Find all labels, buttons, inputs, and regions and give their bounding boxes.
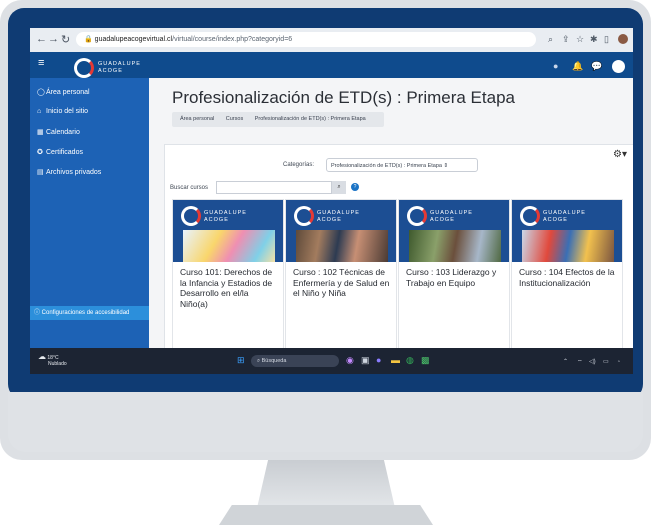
reload-icon[interactable]: ↻ <box>61 33 70 46</box>
taskbar-search-placeholder: Búsqueda <box>261 358 287 364</box>
address-bar[interactable]: 🔒 guadalupeacogevirtual.cl/virtual/cours… <box>76 32 536 47</box>
course-title[interactable]: Curso : 103 Liderazgo y Trabajo en Equip… <box>406 267 504 288</box>
cloud-icon: ☁ <box>38 352 46 361</box>
course-card[interactable]: GUADALUPE ACOGE Curso : 102 Técnicas de E… <box>285 199 397 350</box>
screen: ← → ↻ 🔒 guadalupeacogevirtual.cl/virtual… <box>30 28 633 374</box>
tray-chevron-icon[interactable]: ⌃ <box>563 358 568 365</box>
bookmark-star-icon[interactable]: ☆ <box>576 34 584 45</box>
clock-icon[interactable]: ◔ <box>617 359 620 365</box>
logo-icon[interactable] <box>74 58 94 78</box>
volume-icon[interactable]: ◁) <box>589 358 596 365</box>
sidebar-item-calendario[interactable]: ▦ Calendario <box>37 128 80 136</box>
course-title[interactable]: Curso : 102 Técnicas de Enfermería y de … <box>293 267 391 299</box>
notification-bell-icon[interactable]: 🔔 <box>572 61 583 72</box>
copilot-icon[interactable]: ◉ <box>346 355 354 366</box>
accessibility-settings-button[interactable]: ⓘ Configuraciones de accesibilidad <box>30 306 149 320</box>
course-illustration <box>183 230 275 262</box>
course-title[interactable]: Curso 101: Derechos de la Infancia y Est… <box>180 267 278 309</box>
url-path: /virtual/course/index.php?categoryid=6 <box>172 36 293 43</box>
user-circle-icon: ◯ <box>37 89 45 96</box>
wifi-icon[interactable]: ⌔ <box>577 358 583 366</box>
lock-icon: 🔒 <box>84 36 93 43</box>
back-icon[interactable]: ← <box>36 33 47 45</box>
user-avatar[interactable] <box>612 60 625 73</box>
course-photo <box>522 230 614 262</box>
breadcrumb-item[interactable]: Cursos <box>226 116 243 122</box>
certificate-icon: ✪ <box>37 149 43 156</box>
gear-icon[interactable]: ⚙▾ <box>613 149 627 160</box>
site-logo-text[interactable]: GUADALUPE ACOGE <box>98 61 141 75</box>
search-icon[interactable]: ● <box>553 61 558 71</box>
messages-icon[interactable]: 💬 <box>591 61 602 72</box>
course-image: GUADALUPE ACOGE <box>286 200 396 262</box>
monitor-stand-neck <box>257 460 395 508</box>
search-courses-input[interactable] <box>216 181 332 194</box>
help-icon[interactable]: ? <box>351 183 359 191</box>
sidepanel-icon[interactable]: ▯ <box>604 34 609 45</box>
file-explorer-icon[interactable]: ▬ <box>391 355 400 365</box>
course-image: GUADALUPE ACOGE <box>173 200 283 262</box>
logo-line-2: ACOGE <box>98 68 123 74</box>
search-courses-button[interactable]: ⌕ <box>332 181 346 194</box>
sidebar-item-area-personal[interactable]: ◯Área personal <box>37 88 90 96</box>
info-icon: ⓘ <box>34 310 42 316</box>
share-icon[interactable]: ⇪ <box>562 34 570 45</box>
category-select-value: Profesionalización de ETD(s) : Primera E… <box>331 163 442 169</box>
sidebar-item-label: Certificados <box>46 149 83 156</box>
accessibility-label: Configuraciones de accesibilidad <box>41 310 130 316</box>
course-brand: GUADALUPE ACOGE <box>543 210 586 223</box>
course-card[interactable]: GUADALUPE ACOGE Curso : 104 Efectos de la… <box>511 199 623 350</box>
course-photo <box>409 230 501 262</box>
home-icon: ⌂ <box>37 108 42 115</box>
course-photo <box>296 230 388 262</box>
category-select[interactable]: Profesionalización de ETD(s) : Primera E… <box>326 158 478 172</box>
logo-line-1: GUADALUPE <box>98 61 141 67</box>
extensions-icon[interactable]: ✱ <box>590 34 598 45</box>
weather-widget[interactable]: ☁ 18°C Nublado <box>38 352 67 368</box>
course-title[interactable]: Curso : 104 Efectos de la Institucionali… <box>519 267 617 288</box>
course-image: GUADALUPE ACOGE <box>512 200 622 262</box>
sidebar-item-archivos[interactable]: ▤ Archivos privados <box>37 168 101 176</box>
sidebar-item-label: Inicio del sitio <box>46 108 89 115</box>
course-brand: GUADALUPE ACOGE <box>204 210 247 223</box>
course-image: GUADALUPE ACOGE <box>399 200 509 262</box>
weather-desc: Nublado <box>48 361 67 367</box>
sidebar-item-certificados[interactable]: ✪ Certificados <box>37 148 83 156</box>
search-courses-label: Buscar cursos <box>170 185 209 191</box>
sidebar-item-label: Área personal <box>46 89 90 96</box>
logo-icon <box>294 206 314 226</box>
course-card[interactable]: GUADALUPE ACOGE Curso : 103 Liderazgo y T… <box>398 199 510 350</box>
logo-icon <box>181 206 201 226</box>
course-card[interactable]: GUADALUPE ACOGE Curso 101: Derechos de la… <box>172 199 284 350</box>
folder-icon: ▤ <box>37 169 44 176</box>
course-brand: GUADALUPE ACOGE <box>430 210 473 223</box>
sidebar-item-label: Calendario <box>46 129 80 136</box>
menu-hamburger-icon[interactable]: ≡ <box>38 57 44 69</box>
taskbar-search[interactable]: ⌕ Búsqueda <box>251 355 339 367</box>
logo-icon <box>407 206 427 226</box>
logo-icon <box>520 206 540 226</box>
sidebar-item-label: Archivos privados <box>46 169 102 176</box>
course-brand: GUADALUPE ACOGE <box>317 210 360 223</box>
breadcrumb: Área personal Cursos Profesionalización … <box>172 112 384 127</box>
forward-icon[interactable]: → <box>48 33 59 45</box>
sidebar-item-inicio[interactable]: ⌂ Inicio del sitio <box>37 108 88 115</box>
calendar-icon: ▦ <box>37 129 44 136</box>
chevron-updown-icon: ⇕ <box>443 163 449 169</box>
windows-start-icon[interactable]: ⊞ <box>237 355 245 366</box>
teams-icon[interactable]: ● <box>376 355 381 365</box>
app-icon[interactable]: ▩ <box>421 355 430 366</box>
zoom-icon[interactable]: ⌕ <box>548 34 553 45</box>
page-title: Profesionalización de ETD(s) : Primera E… <box>172 88 515 107</box>
category-label: Categorías: <box>283 162 315 168</box>
url-host: guadalupeacogevirtual.cl <box>94 36 173 43</box>
profile-avatar-icon[interactable] <box>618 34 628 44</box>
battery-icon[interactable]: ▭ <box>603 358 609 365</box>
task-view-icon[interactable]: ▣ <box>361 355 370 366</box>
breadcrumb-item[interactable]: Área personal <box>180 116 214 122</box>
chrome-icon[interactable]: ◍ <box>406 355 414 366</box>
breadcrumb-item[interactable]: Profesionalización de ETD(s) : Primera E… <box>255 116 366 122</box>
monitor-stand-base <box>219 505 433 525</box>
monitor-chin <box>8 392 643 452</box>
